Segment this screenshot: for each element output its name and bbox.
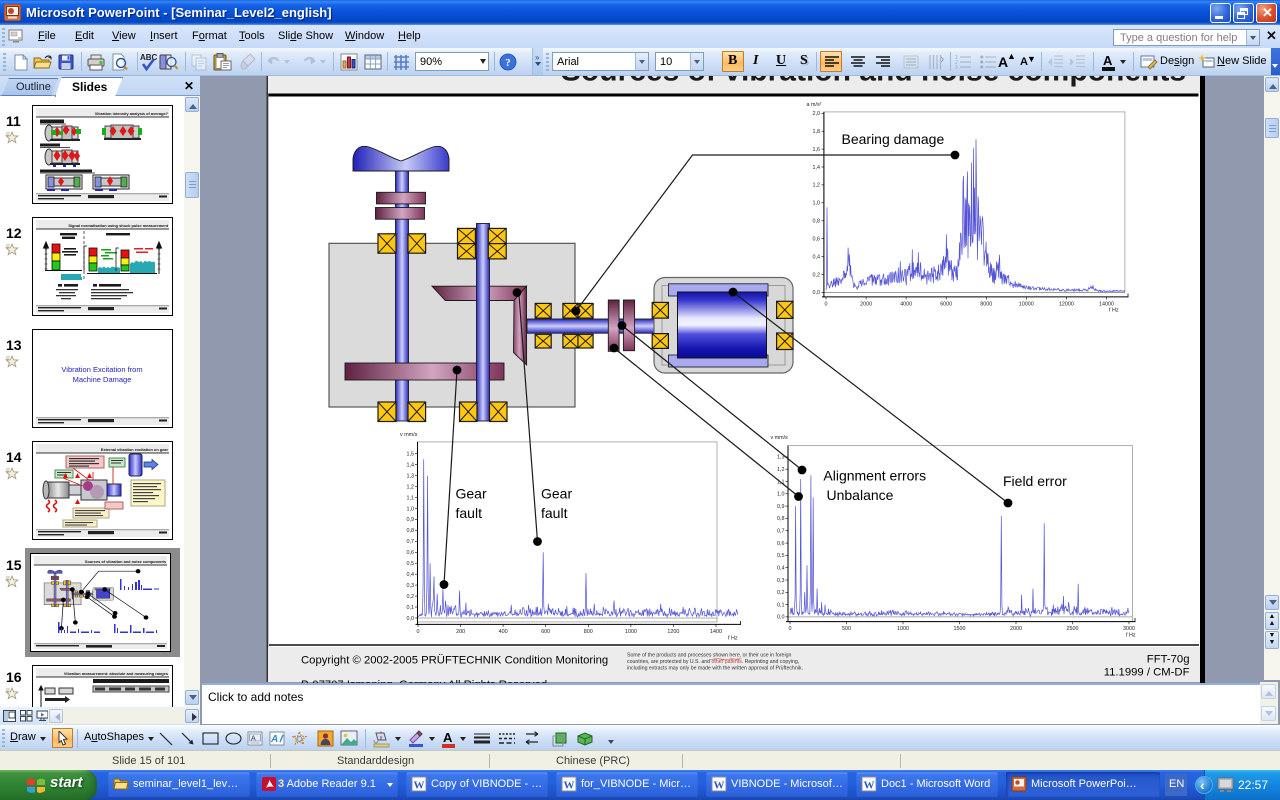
svg-text:0,4: 0,4 <box>777 566 785 572</box>
svg-text:0,0: 0,0 <box>813 290 821 296</box>
svg-text:12000: 12000 <box>1059 302 1074 308</box>
svg-text:4000: 4000 <box>900 302 912 308</box>
svg-text:1200: 1200 <box>667 629 679 635</box>
svg-text:2,0: 2,0 <box>813 111 821 117</box>
svg-text:W: W <box>564 780 575 792</box>
svg-text:A: A <box>270 734 278 745</box>
svg-text:0: 0 <box>417 629 420 635</box>
svg-text:0,2: 0,2 <box>813 272 821 278</box>
svg-text:1,6: 1,6 <box>813 147 821 153</box>
svg-text:8000: 8000 <box>980 302 992 308</box>
svg-text:Field error: Field error <box>1003 473 1067 489</box>
svg-text:Vibration Excitation from: Vibration Excitation from <box>61 365 142 374</box>
svg-text:1,3: 1,3 <box>407 473 415 479</box>
svg-text:6000: 6000 <box>940 302 952 308</box>
svg-text:1000: 1000 <box>897 626 909 632</box>
svg-text:1,2: 1,2 <box>777 467 785 473</box>
svg-text:1000: 1000 <box>625 629 637 635</box>
svg-text:Vibration intensity analysis o: Vibration intensity analysis of average? <box>95 111 169 116</box>
svg-text:200: 200 <box>456 629 465 635</box>
svg-text:0,9: 0,9 <box>777 504 785 510</box>
svg-text:0,6: 0,6 <box>407 550 415 556</box>
svg-text:400: 400 <box>499 629 508 635</box>
svg-text:v mm/s: v mm/s <box>400 432 418 438</box>
svg-text:0,4: 0,4 <box>407 572 415 578</box>
svg-text:3000: 3000 <box>1123 626 1135 632</box>
svg-text:f Hz: f Hz <box>728 636 738 642</box>
svg-text:1,0: 1,0 <box>407 506 415 512</box>
svg-text:500: 500 <box>842 626 851 632</box>
svg-text:Signal normalisation using sho: Signal normalisation using shock pulse m… <box>68 223 168 228</box>
svg-text:0,7: 0,7 <box>407 539 415 545</box>
svg-text:ABC: ABC <box>140 53 157 62</box>
svg-text:800: 800 <box>584 629 593 635</box>
svg-text:0,0: 0,0 <box>777 615 785 621</box>
svg-text:Gear: Gear <box>541 486 572 502</box>
svg-text:0,8: 0,8 <box>813 219 821 225</box>
svg-text:A: A <box>251 736 256 743</box>
svg-text:?: ? <box>505 57 511 69</box>
svg-text:1500: 1500 <box>954 626 966 632</box>
svg-text:FFT-70g: FFT-70g <box>1147 654 1190 666</box>
svg-text:0: 0 <box>789 626 792 632</box>
svg-text:0,8: 0,8 <box>407 528 415 534</box>
svg-text:0,9: 0,9 <box>407 517 415 523</box>
svg-text:Alignment errors: Alignment errors <box>823 468 926 484</box>
svg-text:0,0: 0,0 <box>407 616 415 622</box>
svg-text:W: W <box>714 780 725 792</box>
svg-text:600: 600 <box>541 629 550 635</box>
svg-text:fault: fault <box>456 505 483 521</box>
svg-text:2500: 2500 <box>1067 626 1079 632</box>
svg-text:1,1: 1,1 <box>407 495 415 501</box>
svg-text:0: 0 <box>825 302 828 308</box>
svg-text:a m/s²: a m/s² <box>807 102 822 108</box>
svg-text:0,2: 0,2 <box>777 590 785 596</box>
svg-text:External vibration excitation: External vibration excitation on gear <box>101 447 169 452</box>
svg-text:0,7: 0,7 <box>777 529 785 535</box>
svg-text:10000: 10000 <box>1019 302 1034 308</box>
svg-text:3: 3 <box>955 65 958 69</box>
svg-text:0,1: 0,1 <box>777 602 785 608</box>
svg-text:W: W <box>864 780 875 792</box>
svg-text:0,5: 0,5 <box>407 561 415 567</box>
svg-text:including extracts may only be: including extracts may only be made with… <box>627 666 803 672</box>
svg-text:0,5: 0,5 <box>777 553 785 559</box>
svg-text:1400: 1400 <box>710 629 722 635</box>
svg-text:0,3: 0,3 <box>407 583 415 589</box>
svg-text:Some of the products and proce: Some of the products and processes shown… <box>627 653 791 659</box>
svg-text:Copyright © 2002-2005 PRÜFTECH: Copyright © 2002-2005 PRÜFTECHNIK Condit… <box>301 655 608 667</box>
svg-text:1,4: 1,4 <box>407 463 415 469</box>
svg-text:Machine Damage: Machine Damage <box>73 375 132 384</box>
svg-text:Sources of vibration and noise: Sources of vibration and noise component… <box>561 76 1186 88</box>
svg-text:11.1999 / CM-DF: 11.1999 / CM-DF <box>1104 667 1190 679</box>
svg-text:0,6: 0,6 <box>813 237 821 243</box>
svg-text:Gear: Gear <box>456 486 487 502</box>
svg-text:1,0: 1,0 <box>777 492 785 498</box>
svg-text:1,2: 1,2 <box>407 484 415 490</box>
svg-text:fault: fault <box>541 505 568 521</box>
svg-text:f Hz: f Hz <box>1109 308 1119 314</box>
svg-text:0,8: 0,8 <box>777 516 785 522</box>
svg-text:1,5: 1,5 <box>407 452 415 458</box>
svg-text:0,4: 0,4 <box>813 254 821 260</box>
svg-text:Bearing damage: Bearing damage <box>842 131 945 147</box>
svg-text:1,2: 1,2 <box>813 183 821 189</box>
svg-text:0,6: 0,6 <box>777 541 785 547</box>
svg-text:Vibration measurement: absolut: Vibration measurement: absolute and meas… <box>64 671 168 676</box>
svg-text:Sources of vibration and noise: Sources of vibration and noise component… <box>85 559 166 564</box>
svg-text:W: W <box>414 780 425 792</box>
svg-text:countries, are protected by U.: countries, are protected by U.S. and ͞o͞… <box>627 658 799 665</box>
svg-text:2000: 2000 <box>1010 626 1022 632</box>
svg-text:1,0: 1,0 <box>813 201 821 207</box>
svg-text:2000: 2000 <box>860 302 872 308</box>
svg-text:0,3: 0,3 <box>777 578 785 584</box>
svg-text:v mm/s: v mm/s <box>771 435 789 441</box>
svg-text:f Hz: f Hz <box>1126 633 1136 639</box>
svg-text:1,4: 1,4 <box>813 165 821 171</box>
svg-text:0,1: 0,1 <box>407 605 415 611</box>
svg-text:Unbalance: Unbalance <box>827 487 894 503</box>
svg-text:1,8: 1,8 <box>813 129 821 135</box>
svg-text:0,2: 0,2 <box>407 594 415 600</box>
